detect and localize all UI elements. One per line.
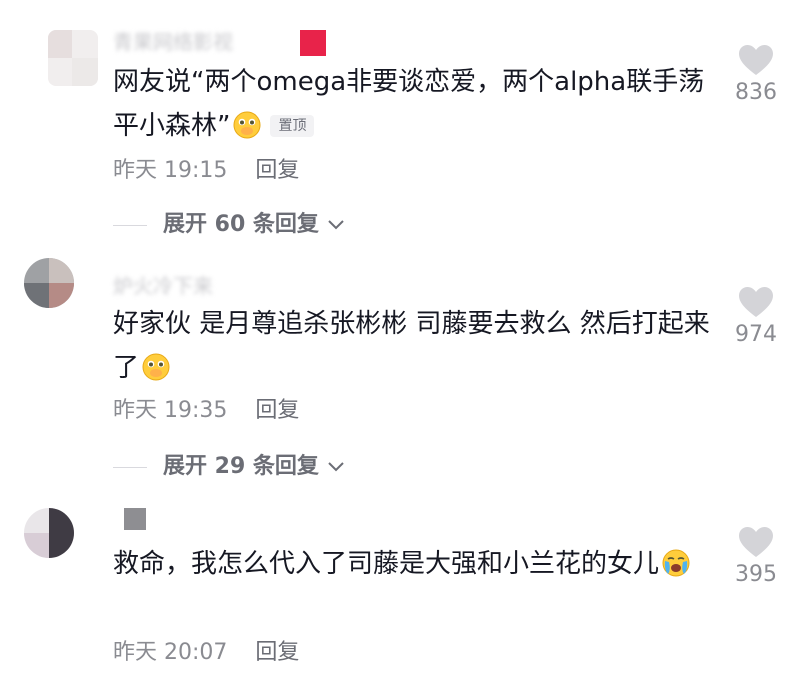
reply-button[interactable]: 回复 <box>255 158 299 183</box>
pleading-face-emoji-icon <box>232 110 262 140</box>
reply-button[interactable]: 回复 <box>255 398 299 423</box>
comment-meta: 昨天 19:35 回复 <box>113 392 299 424</box>
comment-item: 炉火冷下来 好家伙 是月尊追杀张彬彬 司藤要去救么 然后打起来了 昨天 19:3… <box>0 240 800 480</box>
chevron-down-icon <box>327 462 344 472</box>
comment-body: 网友说“两个omega非要谈恋爱，两个alpha联手荡平小森林” <box>113 67 705 141</box>
like-button[interactable]: 836 <box>728 44 784 105</box>
comment-date: 昨天 20:07 <box>113 640 228 665</box>
comment-item: 青果网络影视 网友说“两个omega非要谈恋爱，两个alpha联手荡平小森林” 置… <box>0 0 800 240</box>
username[interactable]: 青果网络影视 <box>113 26 233 55</box>
comment-text: 救命，我怎么代入了司藤是大强和小兰花的女儿 <box>113 542 713 586</box>
divider-line <box>113 224 147 226</box>
heart-icon <box>739 527 773 557</box>
user-badge <box>124 508 146 530</box>
expand-replies-label: 展开 29 条回复 <box>163 454 319 479</box>
chevron-down-icon <box>327 220 344 230</box>
divider-line <box>113 466 147 468</box>
comment-body: 好家伙 是月尊追杀张彬彬 司藤要去救么 然后打起来了 <box>113 309 710 383</box>
expand-replies-button[interactable]: 展开 60 条回复 <box>113 206 345 238</box>
comment-meta: 昨天 20:07 回复 <box>113 634 299 666</box>
comment-meta: 昨天 19:15 回复 <box>113 152 299 184</box>
avatar[interactable] <box>24 508 74 558</box>
crying-face-emoji-icon <box>661 548 691 578</box>
like-button[interactable]: 395 <box>728 526 784 587</box>
comment-text: 网友说“两个omega非要谈恋爱，两个alpha联手荡平小森林” 置顶 <box>113 60 713 148</box>
comment-body: 救命，我怎么代入了司藤是大强和小兰花的女儿 <box>113 549 660 579</box>
like-button[interactable]: 974 <box>728 286 784 347</box>
comment-date: 昨天 19:35 <box>113 398 228 423</box>
heart-icon <box>739 287 773 317</box>
heart-icon <box>739 45 773 75</box>
pinned-badge: 置顶 <box>270 115 315 137</box>
expand-replies-label: 展开 60 条回复 <box>163 212 319 237</box>
comment-text: 好家伙 是月尊追杀张彬彬 司藤要去救么 然后打起来了 <box>113 302 713 390</box>
like-count: 836 <box>735 80 777 105</box>
like-count: 395 <box>735 562 777 587</box>
user-badge <box>300 30 326 56</box>
expand-replies-button[interactable]: 展开 29 条回复 <box>113 448 345 480</box>
avatar[interactable] <box>24 258 74 308</box>
avatar[interactable] <box>48 30 98 86</box>
pleading-face-emoji-icon <box>141 352 171 382</box>
comment-date: 昨天 19:15 <box>113 158 228 183</box>
like-count: 974 <box>735 322 777 347</box>
reply-button[interactable]: 回复 <box>255 640 299 665</box>
comment-item: 救命，我怎么代入了司藤是大强和小兰花的女儿 昨天 20:07 回复 395 <box>0 480 800 682</box>
username[interactable]: 炉火冷下来 <box>113 270 213 299</box>
